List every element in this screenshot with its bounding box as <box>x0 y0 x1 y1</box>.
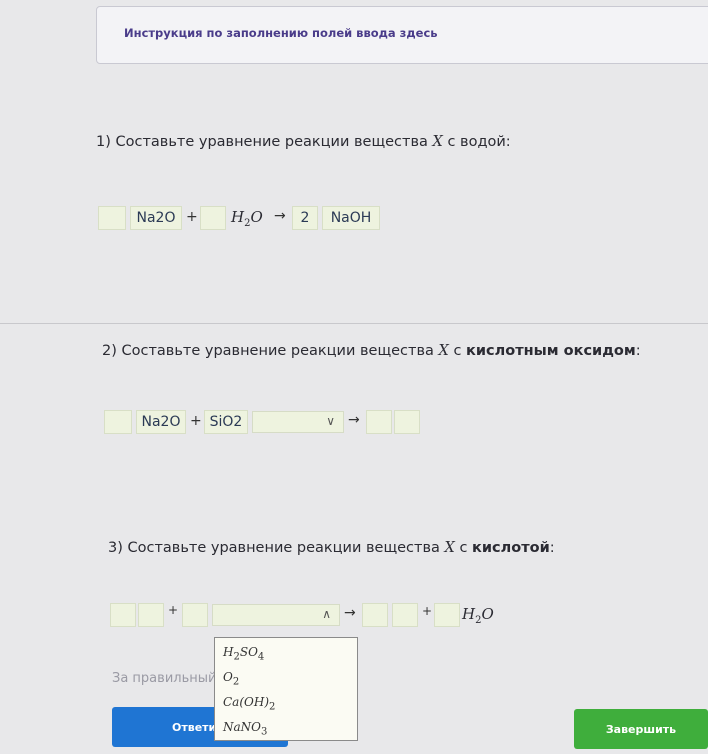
score-text: За правильный <box>112 671 217 686</box>
q1-coef-input-2[interactable] <box>200 206 226 230</box>
question-1-suffix: с водой: <box>442 134 511 150</box>
q3-water-base: H <box>462 605 476 623</box>
question-3-var: X <box>444 540 455 556</box>
question-3-title: 3) Составьте уравнение реакции вещества … <box>108 540 555 556</box>
q3-select[interactable]: ∧ <box>212 604 340 626</box>
question-1-var: X <box>432 134 443 150</box>
question-2-var: X <box>438 343 449 359</box>
q3-plus-2: + <box>422 604 433 618</box>
q2-reagent-1[interactable]: Na2O <box>136 410 186 434</box>
q1-reagent-1[interactable]: Na2O <box>130 206 182 230</box>
section-divider-1 <box>0 323 708 324</box>
q3-water-tail: O <box>481 605 494 623</box>
q1-water-formula: H2O <box>231 208 263 229</box>
q1-water-base: H <box>231 208 245 226</box>
question-2-colon: : <box>635 343 641 359</box>
q3-plus: + <box>168 603 179 617</box>
q1-coef-product[interactable]: 2 <box>292 206 318 230</box>
q1-coef-input-1[interactable] <box>98 206 126 230</box>
question-3-colon: : <box>549 540 555 556</box>
chevron-down-icon: ∨ <box>326 414 335 428</box>
dropdown-option-nano3[interactable]: NaNO3 <box>223 720 267 737</box>
question-2-bold: кислотным оксидом <box>466 343 636 359</box>
answer-button-label: Ответи <box>172 721 217 734</box>
q3-reagent-input-1[interactable] <box>138 603 164 627</box>
question-2-prefix: 2) Составьте уравнение реакции вещества <box>102 343 439 359</box>
question-1-title: 1) Составьте уравнение реакции вещества … <box>96 134 511 150</box>
question-3-bold: кислотой <box>472 540 550 556</box>
finish-button[interactable]: Завершить <box>574 709 708 749</box>
q1-arrow: → <box>274 208 286 224</box>
q3-coef-input-1[interactable] <box>110 603 136 627</box>
question-1-prefix: 1) Составьте уравнение реакции вещества <box>96 134 433 150</box>
q2-arrow: → <box>348 412 360 428</box>
q3-product-input-2[interactable] <box>392 603 418 627</box>
dropdown-list: H2SO4 O2 Ca(OH)2 NaNO3 <box>214 637 358 741</box>
q2-coef-input-1[interactable] <box>104 410 132 434</box>
q3-coef-input-2[interactable] <box>182 603 208 627</box>
q2-plus: + <box>190 413 202 429</box>
q3-water-formula: H2O <box>462 605 494 626</box>
q1-water-tail: O <box>250 208 263 226</box>
q3-arrow: → <box>344 605 356 621</box>
q2-reagent-2[interactable]: SiO2 <box>204 410 248 434</box>
q3-coef-input-3[interactable] <box>434 603 460 627</box>
chevron-up-icon: ∧ <box>322 607 331 621</box>
dropdown-option-o2[interactable]: O2 <box>223 670 239 687</box>
question-2-title: 2) Составьте уравнение реакции вещества … <box>102 343 641 359</box>
dropdown-option-caoh2[interactable]: Ca(OH)2 <box>223 695 275 712</box>
q2-select[interactable]: ∨ <box>252 411 344 433</box>
q1-plus: + <box>186 209 198 225</box>
q2-product-input-1[interactable] <box>366 410 392 434</box>
q1-product[interactable]: NaOH <box>322 206 380 230</box>
instruction-text: Инструкция по заполнению полей ввода зде… <box>124 26 438 40</box>
finish-button-label: Завершить <box>605 722 677 736</box>
q3-product-input-1[interactable] <box>362 603 388 627</box>
question-3-suffix: с <box>454 540 473 556</box>
q2-product-input-2[interactable] <box>394 410 420 434</box>
dropdown-option-h2so4[interactable]: H2SO4 <box>223 645 264 662</box>
question-3-prefix: 3) Составьте уравнение реакции вещества <box>108 540 445 556</box>
question-2-suffix: с <box>448 343 467 359</box>
